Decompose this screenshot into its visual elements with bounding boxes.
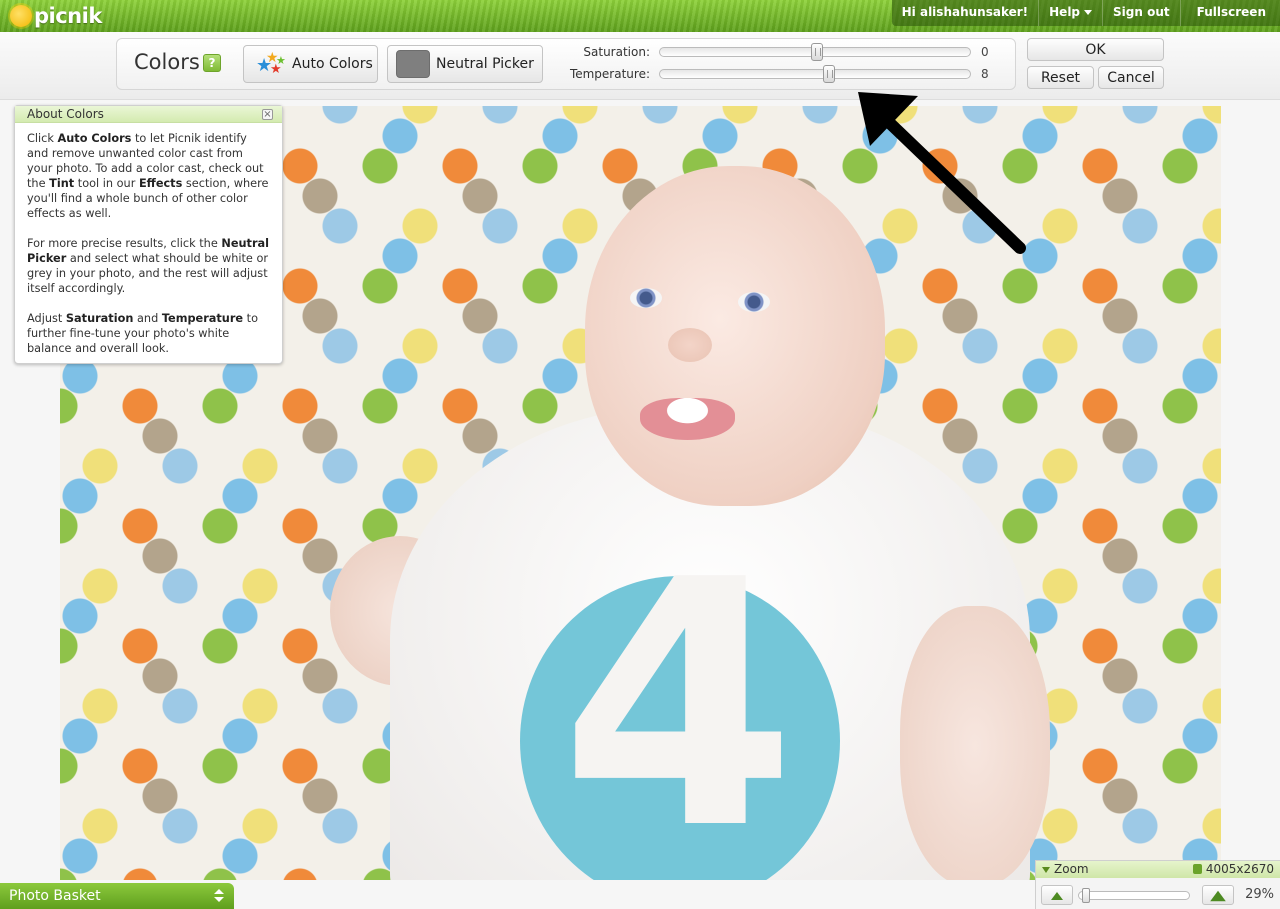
saturation-value: 0: [981, 45, 989, 59]
help-menu-label: Help: [1049, 5, 1081, 19]
zoom-panel: Zoom 4005x2670 29%: [1035, 860, 1280, 909]
text: Click: [27, 132, 58, 145]
saturation-slider-thumb[interactable]: [811, 43, 823, 61]
auto-colors-term: Auto Colors: [57, 132, 132, 145]
lock-icon: [1192, 864, 1202, 874]
ok-button[interactable]: OK: [1027, 38, 1164, 61]
zoom-slider[interactable]: [1078, 888, 1190, 903]
colors-tool-panel: Colors ? ★ ★ ★ ★ Auto Colors Neutral Pic…: [116, 38, 1016, 90]
temperature-slider-thumb[interactable]: [823, 65, 835, 83]
help-menu[interactable]: Help: [1039, 0, 1104, 26]
temperature-term: Temperature: [161, 312, 244, 325]
about-colors-title: About Colors: [27, 107, 104, 121]
fullscreen-link[interactable]: Fullscreen: [1181, 0, 1280, 26]
baby-eye-right: [738, 292, 770, 312]
saturation-label: Saturation:: [583, 45, 650, 59]
large-mountain-icon: [1210, 890, 1226, 902]
baby-nose: [668, 328, 712, 362]
saturation-slider[interactable]: [659, 43, 971, 61]
tint-term: Tint: [49, 177, 75, 190]
tool-title: Colors: [134, 50, 200, 74]
about-colors-body: Click Auto Colors to let Picnik identify…: [15, 123, 282, 356]
user-greeting-link[interactable]: Hi alishahunsaker!: [892, 0, 1040, 26]
baby-mouth: [640, 398, 735, 440]
about-paragraph-2: For more precise results, click the Neut…: [27, 236, 270, 296]
saturation-term: Saturation: [65, 312, 134, 325]
sun-icon: [10, 5, 32, 27]
zoom-in-button[interactable]: [1202, 885, 1234, 905]
zoom-title: Zoom: [1054, 862, 1089, 876]
zoom-percent: 29%: [1245, 887, 1274, 902]
picnik-logo[interactable]: picnik: [10, 2, 102, 30]
auto-colors-label: Auto Colors: [292, 56, 373, 72]
chevron-down-icon: [1084, 10, 1093, 15]
close-icon[interactable]: ×: [262, 109, 273, 120]
baby-arm-right: [900, 606, 1050, 880]
annotation-arrow-icon: [858, 92, 1026, 254]
image-size-readout: 4005x2670: [1192, 862, 1274, 876]
brand-name: picnik: [34, 4, 102, 28]
sign-out-link[interactable]: Sign out: [1103, 0, 1181, 26]
top-nav: Hi alishahunsaker! Help Sign out Fullscr…: [891, 0, 1280, 26]
up-down-arrows-icon: [214, 889, 224, 903]
about-colors-panel: About Colors × Click Auto Colors to let …: [14, 105, 283, 364]
neutral-picker-button[interactable]: Neutral Picker: [387, 45, 543, 83]
top-bar: picnik Hi alishahunsaker! Help Sign out …: [0, 0, 1280, 32]
about-paragraph-3: Adjust Saturation and Temperature to fur…: [27, 311, 270, 356]
temperature-value: 8: [981, 67, 989, 81]
auto-colors-button[interactable]: ★ ★ ★ ★ Auto Colors: [243, 45, 378, 83]
effects-term: Effects: [138, 177, 183, 190]
gray-swatch-icon: [396, 50, 430, 78]
cancel-button[interactable]: Cancel: [1098, 66, 1164, 89]
photo-basket-label: Photo Basket: [9, 888, 101, 904]
small-mountain-icon: [1051, 892, 1063, 900]
image-size: 4005x2670: [1205, 862, 1274, 876]
text: For more precise results, click the: [27, 237, 222, 250]
photo-basket-tab[interactable]: Photo Basket: [0, 883, 234, 909]
help-icon[interactable]: ?: [203, 54, 221, 72]
text: and: [133, 312, 162, 325]
temperature-label: Temperature:: [569, 67, 650, 81]
zoom-slider-thumb[interactable]: [1082, 888, 1090, 903]
zoom-out-button[interactable]: [1041, 885, 1073, 905]
text: Adjust: [27, 312, 66, 325]
about-colors-header: About Colors ×: [15, 106, 282, 123]
temperature-slider[interactable]: [659, 65, 971, 83]
baby-eye-left: [630, 288, 662, 308]
baby-head: [585, 166, 885, 506]
stars-icon: ★ ★ ★ ★: [256, 50, 286, 77]
neutral-picker-label: Neutral Picker: [436, 56, 534, 72]
zoom-header[interactable]: Zoom 4005x2670: [1036, 861, 1280, 878]
about-paragraph-1: Click Auto Colors to let Picnik identify…: [27, 131, 270, 221]
shirt-number: 4: [560, 508, 797, 880]
text: tool in our: [74, 177, 139, 190]
collapse-triangle-icon: [1042, 867, 1050, 873]
